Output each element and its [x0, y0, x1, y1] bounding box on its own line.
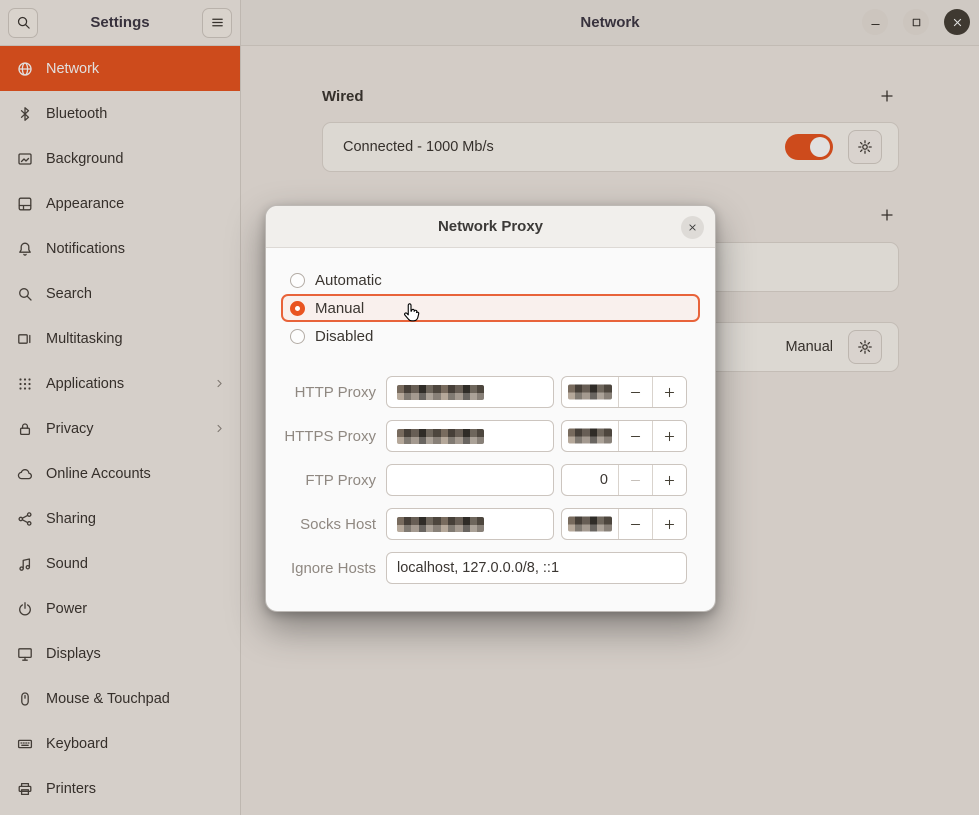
proxy-mode-label: Disabled [315, 328, 373, 345]
proxy-port-input[interactable] [562, 509, 618, 539]
dialog-title: Network Proxy [438, 218, 543, 235]
proxy-mode-disabled[interactable]: Disabled [281, 322, 700, 350]
port-decrement-button[interactable] [618, 509, 652, 539]
proxy-port-spinbox: 0 [561, 464, 687, 496]
ignore-hosts-label: Ignore Hosts [266, 560, 381, 577]
proxy-field-label: Socks Host [266, 516, 381, 533]
proxy-mode-label: Automatic [315, 272, 382, 289]
proxy-mode-manual[interactable]: Manual [281, 294, 700, 322]
redacted-port-value [568, 429, 612, 444]
proxy-field-label: HTTPS Proxy [266, 428, 381, 445]
proxy-field-row: FTP Proxy 0 [266, 464, 715, 496]
plus-icon [663, 386, 676, 399]
cursor-hand-icon [400, 302, 422, 324]
port-decrement-button[interactable] [618, 421, 652, 451]
proxy-field-label: HTTP Proxy [266, 384, 381, 401]
proxy-port-value: 0 [600, 472, 608, 488]
proxy-field-label: FTP Proxy [266, 472, 381, 489]
proxy-host-input[interactable] [386, 508, 554, 540]
minus-icon [629, 386, 642, 399]
redacted-host-value [397, 385, 484, 400]
redacted-port-value [568, 385, 612, 400]
port-increment-button[interactable] [652, 377, 686, 407]
redacted-host-value [397, 517, 484, 532]
plus-icon [663, 430, 676, 443]
port-increment-button[interactable] [652, 421, 686, 451]
proxy-port-spinbox [561, 420, 687, 452]
proxy-port-input[interactable] [562, 421, 618, 451]
proxy-mode-automatic[interactable]: Automatic [281, 266, 700, 294]
plus-icon [663, 474, 676, 487]
proxy-port-input[interactable]: 0 [562, 465, 618, 495]
proxy-host-input[interactable] [386, 420, 554, 452]
proxy-field-row: HTTP Proxy [266, 376, 715, 408]
proxy-host-input[interactable] [386, 464, 554, 496]
port-decrement-button[interactable] [618, 465, 652, 495]
ignore-hosts-value: localhost, 127.0.0.0/8, ::1 [397, 560, 559, 576]
dialog-close-button[interactable] [681, 216, 704, 239]
ignore-hosts-input[interactable]: localhost, 127.0.0.0/8, ::1 [386, 552, 687, 584]
settings-window: Settings Network Bluetooth Background Ap… [0, 0, 979, 815]
proxy-field-row: Socks Host [266, 508, 715, 540]
redacted-port-value [568, 517, 612, 532]
cursor-pointer [400, 302, 422, 330]
dialog-headerbar: Network Proxy [266, 206, 715, 248]
minus-icon [629, 518, 642, 531]
proxy-port-spinbox [561, 376, 687, 408]
close-icon [687, 222, 698, 233]
proxy-mode-label: Manual [315, 300, 364, 317]
radio-button[interactable] [290, 301, 305, 316]
redacted-host-value [397, 429, 484, 444]
ignore-hosts-row: Ignore Hosts localhost, 127.0.0.0/8, ::1 [266, 552, 715, 584]
port-increment-button[interactable] [652, 509, 686, 539]
proxy-fields: HTTP Proxy HTTPS Proxy FTP [266, 376, 715, 552]
proxy-mode-list: Automatic Manual Disabled [266, 266, 715, 350]
proxy-port-input[interactable] [562, 377, 618, 407]
proxy-field-row: HTTPS Proxy [266, 420, 715, 452]
minus-icon [629, 474, 642, 487]
network-proxy-dialog: Network Proxy Automatic Manual Disabled … [265, 205, 716, 612]
port-decrement-button[interactable] [618, 377, 652, 407]
port-increment-button[interactable] [652, 465, 686, 495]
radio-button[interactable] [290, 329, 305, 344]
proxy-host-input[interactable] [386, 376, 554, 408]
plus-icon [663, 518, 676, 531]
radio-button[interactable] [290, 273, 305, 288]
proxy-port-spinbox [561, 508, 687, 540]
minus-icon [629, 430, 642, 443]
